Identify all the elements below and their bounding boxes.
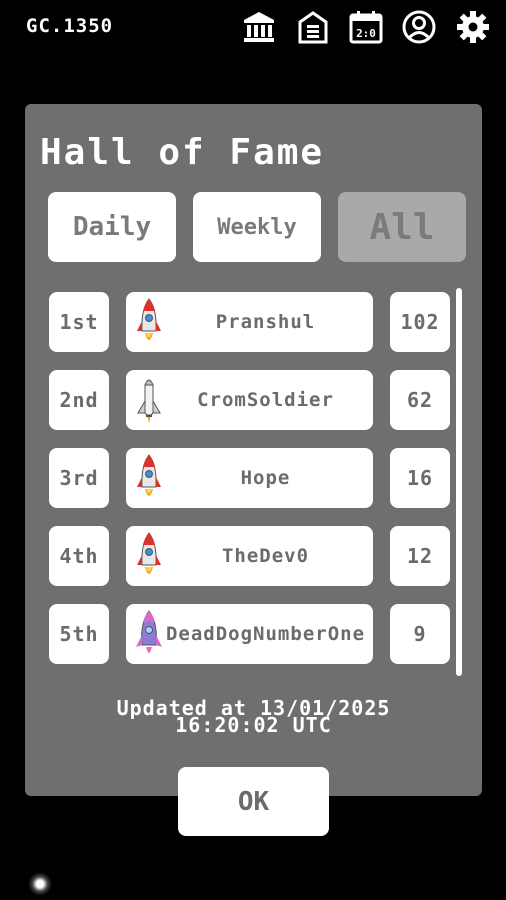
leaderboard-row: 2nd CromSoldier 62: [45, 370, 457, 430]
player-cell: Hope: [126, 448, 373, 508]
svg-text:2:0: 2:0: [356, 27, 376, 40]
settings-icon[interactable]: [455, 9, 491, 45]
score-cell: 9: [390, 604, 450, 664]
player-name: DeadDogNumberOne: [165, 622, 366, 645]
leaderboard-list[interactable]: 1st Pranshul 102 2nd CromSoldier 62 3rd …: [45, 286, 457, 682]
leaderboard-scrollbar[interactable]: [456, 288, 462, 676]
score-cell: 62: [390, 370, 450, 430]
rank-cell: 1st: [49, 292, 109, 352]
rank-cell: 4th: [49, 526, 109, 586]
purple-rocket-icon: [136, 610, 162, 653]
tab-all[interactable]: All: [338, 192, 466, 262]
updated-timestamp: Updated at 13/01/2025 16:20:02 UTC: [25, 698, 482, 737]
star-glow: [28, 872, 52, 896]
building-icon[interactable]: [295, 9, 331, 45]
player-name: Pranshul: [215, 310, 316, 333]
panel-title: Hall of Fame: [40, 132, 325, 173]
score-cell: 12: [390, 526, 450, 586]
score-cell: 16: [390, 448, 450, 508]
tab-daily[interactable]: Daily: [48, 192, 176, 262]
player-cell: Pranshul: [126, 292, 373, 352]
player-name: Hope: [240, 466, 291, 489]
player-name: TheDev0: [221, 544, 310, 567]
profile-icon[interactable]: [401, 9, 437, 45]
leaderboard-row: 1st Pranshul 102: [45, 292, 457, 352]
calendar-icon[interactable]: 2:0: [348, 9, 384, 45]
player-cell: TheDev0: [126, 526, 373, 586]
rank-cell: 2nd: [49, 370, 109, 430]
coin-balance: GC.1350: [26, 15, 114, 37]
updated-line-2: 16:20:02 UTC: [175, 713, 332, 737]
leaderboard-row: 5th DeadDogNumberOne 9: [45, 604, 457, 664]
bank-icon[interactable]: [241, 9, 277, 45]
player-name: CromSoldier: [197, 388, 334, 411]
player-cell: DeadDogNumberOne: [126, 604, 373, 664]
rank-cell: 5th: [49, 604, 109, 664]
score-cell: 102: [390, 292, 450, 352]
leaderboard-row: 4th TheDev0 12: [45, 526, 457, 586]
red-rocket-icon: [137, 532, 161, 574]
shuttle-icon: [137, 379, 161, 423]
top-bar: GC.1350 2:0: [0, 0, 506, 56]
leaderboard-row: 3rd Hope 16: [45, 448, 457, 508]
red-rocket-icon: [137, 298, 161, 340]
red-rocket-icon: [137, 454, 161, 496]
ok-button[interactable]: OK: [178, 767, 329, 836]
tab-weekly[interactable]: Weekly: [193, 192, 321, 262]
player-cell: CromSoldier: [126, 370, 373, 430]
rank-cell: 3rd: [49, 448, 109, 508]
